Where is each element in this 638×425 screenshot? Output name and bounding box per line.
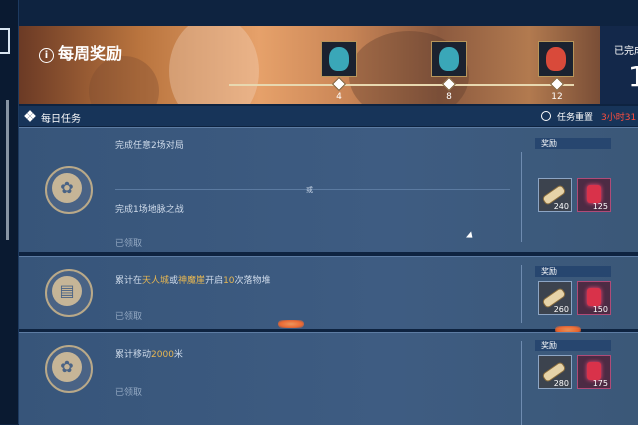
weekly-progress-track: [229, 84, 574, 86]
red-gem-icon[interactable]: 150: [577, 281, 611, 315]
reward-divider: [521, 152, 522, 242]
info-icon[interactable]: i: [39, 48, 54, 63]
completed-label: 已完成: [614, 46, 638, 57]
reward-divider: [521, 341, 522, 425]
red-gem-icon[interactable]: 175: [577, 355, 611, 389]
completed-count: 1: [628, 60, 638, 93]
left-sidebar: [0, 0, 19, 424]
scroll-icon[interactable]: 260: [538, 281, 572, 315]
reward-label: 奖励: [535, 266, 611, 277]
reward-count: 150: [592, 305, 608, 314]
reset-label: 任务重置: [557, 113, 594, 123]
scroll-icon[interactable]: 240: [538, 178, 572, 212]
or-label: 或: [306, 186, 313, 194]
red-gem-icon[interactable]: 125: [577, 178, 611, 212]
reward-count: 175: [592, 379, 608, 388]
task-row: ✿ 累计移动2000米 已领取 奖励 280 175: [19, 332, 638, 425]
weekly-reward-label: 每周奖励: [58, 44, 123, 63]
chest-emblem-icon: ▤: [45, 269, 93, 317]
status-claimed: 已领取: [115, 388, 143, 398]
milestone-chest-8[interactable]: [431, 41, 467, 77]
reward-label: 奖励: [535, 138, 611, 149]
daily-tasks-title: 每日任务: [41, 114, 81, 125]
milestone-node: [549, 76, 565, 92]
task-description: 完成1场地脉之战: [115, 205, 184, 215]
reward-divider: [521, 265, 522, 323]
reward-label: 奖励: [535, 340, 611, 351]
completion-panel: 已完成 1: [600, 26, 638, 104]
reset-timer: 任务重置 3小时31: [541, 110, 636, 123]
clock-icon: [541, 111, 551, 121]
milestone-label: 8: [446, 92, 452, 102]
daily-tasks-header: 每日任务 任务重置 3小时31: [19, 106, 638, 126]
character-art: [169, 26, 259, 104]
milestone-chest-4[interactable]: [321, 41, 357, 77]
task-row: ▤ 累计在天人城或神魔崖开启10次落物堆 已领取 奖励 260 150: [19, 256, 638, 329]
reward-count: 280: [553, 379, 569, 388]
status-claimed: 已领取: [115, 312, 143, 322]
reset-time: 3小时31: [601, 113, 637, 123]
red-bag-icon: [546, 47, 566, 71]
weekly-reward-title: i 每周奖励: [39, 40, 122, 64]
sidebar-scrollbar[interactable]: [6, 100, 9, 240]
weekly-reward-banner: i 每周奖励 4 8 12: [19, 26, 619, 104]
light-flare: [278, 320, 304, 328]
scroll-icon[interactable]: 280: [538, 355, 572, 389]
diamond-cluster-icon: [24, 110, 36, 122]
milestone-node: [331, 76, 347, 92]
flower-emblem-icon: ✿: [45, 166, 93, 214]
task-row: ✿ 完成任意2场对局 或 完成1场地脉之战 已领取 奖励 240 125: [19, 127, 638, 252]
task-description: 完成任意2场对局: [115, 141, 184, 151]
milestone-label: 4: [336, 92, 342, 102]
sidebar-tab-icon[interactable]: [0, 28, 10, 54]
flower-emblem-icon: ✿: [45, 345, 93, 393]
reward-count: 125: [592, 202, 608, 211]
task-description: 累计移动2000米: [115, 350, 183, 360]
milestone-label: 12: [551, 92, 563, 102]
milestone-chest-12[interactable]: [538, 41, 574, 77]
task-description: 累计在天人城或神魔崖开启10次落物堆: [115, 276, 271, 286]
blue-bag-icon: [439, 47, 459, 71]
reward-count: 240: [553, 202, 569, 211]
status-claimed: 已领取: [115, 239, 143, 249]
blue-bag-icon: [329, 47, 349, 71]
reward-count: 260: [553, 305, 569, 314]
